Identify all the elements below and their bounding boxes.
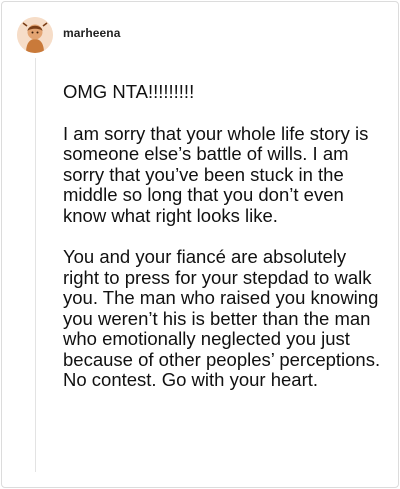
thread-line[interactable] [35, 58, 36, 472]
comment-paragraph: OMG NTA!!!!!!!!! [63, 81, 195, 102]
username[interactable]: marheena [63, 26, 121, 40]
comment-card: marheena OMG NTA!!!!!!!!! I am sorry tha… [1, 1, 399, 488]
comment-paragraph: I am sorry that your whole life story is… [63, 122, 369, 226]
comment-body: OMG NTA!!!!!!!!! I am sorry that your wh… [63, 81, 383, 412]
user-avatar-icon[interactable] [17, 17, 53, 53]
comment-paragraph: You and your fiancé are absolutely right… [63, 246, 381, 390]
